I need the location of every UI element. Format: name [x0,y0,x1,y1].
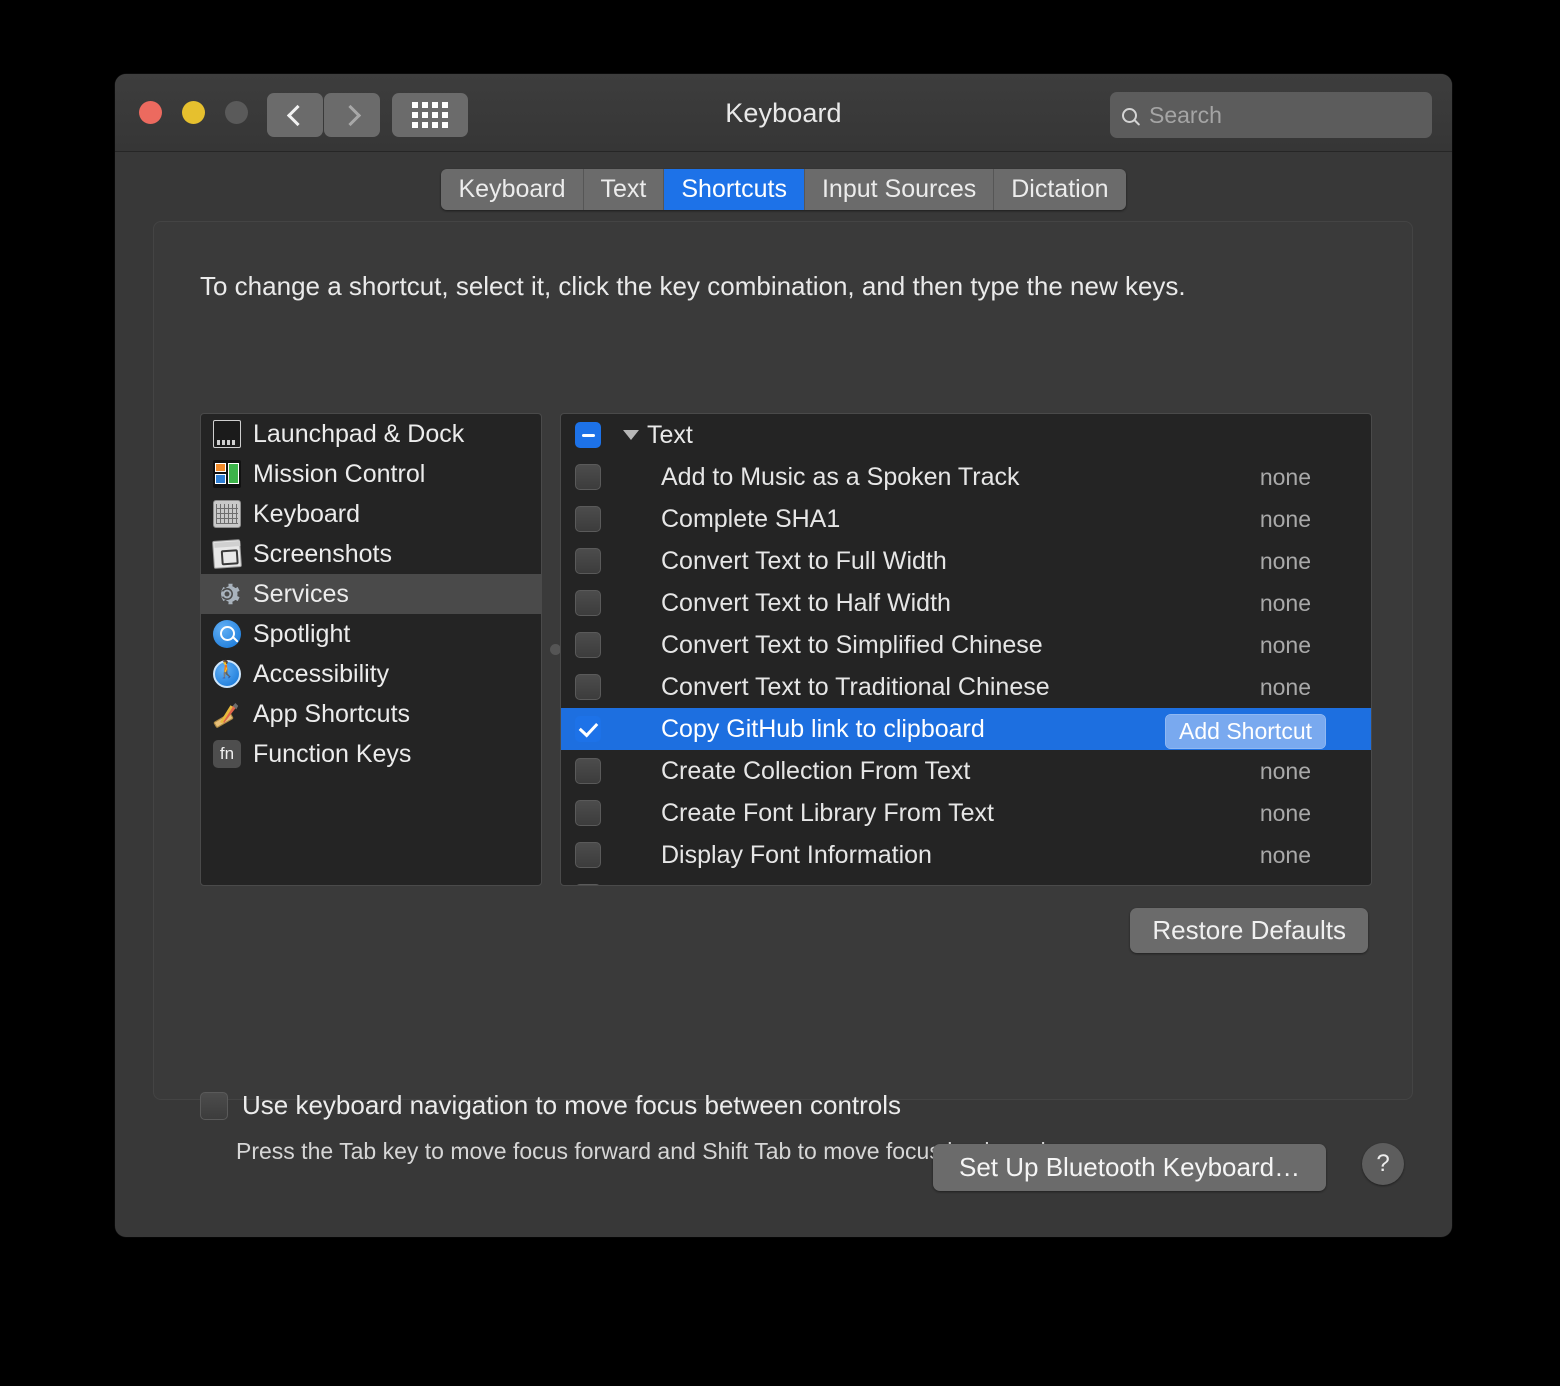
shortcut-value[interactable]: none [1260,548,1311,575]
table-row[interactable]: Add to Music as a Spoken Track none [561,456,1371,498]
shortcut-value[interactable]: none [1260,800,1311,827]
set-up-bluetooth-keyboard-button[interactable]: Set Up Bluetooth Keyboard… [933,1144,1327,1191]
table-row[interactable]: Convert Text to Traditional Chinese none [561,666,1371,708]
disclosure-triangle-icon[interactable] [623,430,639,440]
app-shortcuts-icon [213,700,241,728]
shortcut-name: Create Font Library From Text [661,798,994,827]
splitter-handle-icon [549,644,561,655]
shortcut-value[interactable]: none [1260,590,1311,617]
system-preferences-window: Keyboard Keyboard Text Shortcuts Input S… [115,74,1452,1237]
sidebar-item-label: Accessibility [253,659,390,688]
shortcut-name: Copy GitHub link to clipboard [661,714,985,743]
sidebar-item-label: Function Keys [253,739,412,768]
shortcut-list[interactable]: Text Add to Music as a Spoken Track none… [560,413,1372,886]
table-row[interactable]: Create Collection From Text none [561,750,1371,792]
sidebar-item-spotlight[interactable]: Spotlight [201,614,541,654]
gear-icon [213,580,241,608]
keyboard-navigation-note: Press the Tab key to move focus forward … [236,1138,1053,1164]
row-checkbox[interactable] [575,632,601,658]
row-checkbox[interactable] [575,548,601,574]
keyboard-navigation-label: Use keyboard navigation to move focus be… [242,1090,902,1120]
sidebar-item-keyboard[interactable]: Keyboard [201,494,541,534]
row-checkbox[interactable] [575,464,601,490]
table-row[interactable]: Complete SHA1 none [561,498,1371,540]
tab-bar: Keyboard Text Shortcuts Input Sources Di… [115,169,1452,210]
row-checkbox[interactable] [575,716,601,742]
shortcut-name: Create Collection From Text [661,756,971,785]
shortcut-name: Convert Text to Traditional Chinese [661,672,1050,701]
row-checkbox[interactable] [575,506,601,532]
shortcut-name: Convert Text to Simplified Chinese [661,630,1043,659]
shortcut-name: Display Font Information [661,840,932,869]
shortcut-name: Complete SHA1 [661,504,841,533]
search-icon [1122,107,1137,123]
restore-defaults-button[interactable]: Restore Defaults [1130,908,1368,953]
sidebar-item-screenshots[interactable]: Screenshots [201,534,541,574]
shortcut-name: Convert Text to Half Width [661,588,951,617]
keyboard-icon [213,500,241,528]
keyboard-navigation-checkbox-row[interactable]: Use keyboard navigation to move focus be… [200,1090,901,1121]
sidebar-item-label: Screenshots [253,539,392,568]
row-checkbox[interactable] [575,800,601,826]
accessibility-icon [213,660,241,688]
add-shortcut-button[interactable]: Add Shortcut [1165,714,1326,749]
shortcut-value[interactable]: none [1260,464,1311,491]
table-row[interactable]: Convert Text to Simplified Chinese none [561,624,1371,666]
keyboard-navigation-checkbox[interactable] [200,1091,228,1120]
group-label: Text [647,420,693,449]
help-button[interactable]: ? [1362,1143,1404,1185]
sidebar-item-label: Keyboard [253,499,361,528]
sidebar-item-label: Spotlight [253,619,351,648]
row-checkbox[interactable] [575,674,601,700]
sidebar-item-app-shortcuts[interactable]: App Shortcuts [201,694,541,734]
shortcut-category-list[interactable]: Launchpad & Dock Mission Control Keyboar… [200,413,542,886]
row-checkbox[interactable] [575,884,601,885]
shortcut-value[interactable]: none [1260,842,1311,869]
sidebar-item-launchpad-dock[interactable]: Launchpad & Dock [201,414,541,454]
fn-key-icon: fn [213,740,241,768]
table-row-selected[interactable]: Copy GitHub link to clipboard Add Shortc… [561,708,1371,750]
table-row[interactable]: Convert Text to Full Width none [561,540,1371,582]
sidebar-item-function-keys[interactable]: fn Function Keys [201,734,541,774]
shortcut-name: Convert Text to Full Width [661,546,947,575]
shortcuts-panel: To change a shortcut, select it, click t… [153,221,1413,1164]
tab-keyboard[interactable]: Keyboard [441,169,584,210]
group-checkbox[interactable] [575,422,601,448]
table-row[interactable]: Display Font Information none [561,834,1371,876]
shortcut-value[interactable]: none [1260,506,1311,533]
sidebar-item-label: App Shortcuts [253,699,411,728]
shortcut-value[interactable]: none [1260,674,1311,701]
table-row-partial[interactable] [561,876,1371,885]
shortcut-name: Add to Music as a Spoken Track [661,462,1020,491]
spotlight-icon [213,620,241,648]
shortcut-value[interactable]: none [1260,758,1311,785]
mission-control-icon [213,460,241,488]
sidebar-item-services[interactable]: Services [201,574,541,614]
screenshots-icon [212,539,242,569]
tab-input-sources[interactable]: Input Sources [804,169,995,210]
sidebar-item-mission-control[interactable]: Mission Control [201,454,541,494]
row-checkbox[interactable] [575,590,601,616]
sidebar-item-accessibility[interactable]: Accessibility [201,654,541,694]
tab-dictation[interactable]: Dictation [994,169,1126,210]
shortcut-group-header-text[interactable]: Text [561,414,1371,456]
row-checkbox[interactable] [575,758,601,784]
search-field[interactable] [1110,92,1432,138]
sidebar-item-label: Mission Control [253,459,426,488]
sidebar-item-label: Launchpad & Dock [253,419,465,448]
tab-shortcuts[interactable]: Shortcuts [664,169,805,210]
sidebar-item-label: Services [253,579,349,608]
launchpad-dock-icon [213,420,241,448]
search-input[interactable] [1149,101,1409,129]
window-titlebar: Keyboard [115,74,1452,152]
shortcut-value[interactable]: none [1260,632,1311,659]
table-row[interactable]: Create Font Library From Text none [561,792,1371,834]
tab-text[interactable]: Text [583,169,665,210]
instruction-text: To change a shortcut, select it, click t… [200,271,1186,301]
row-checkbox[interactable] [575,842,601,868]
table-row[interactable]: Convert Text to Half Width none [561,582,1371,624]
